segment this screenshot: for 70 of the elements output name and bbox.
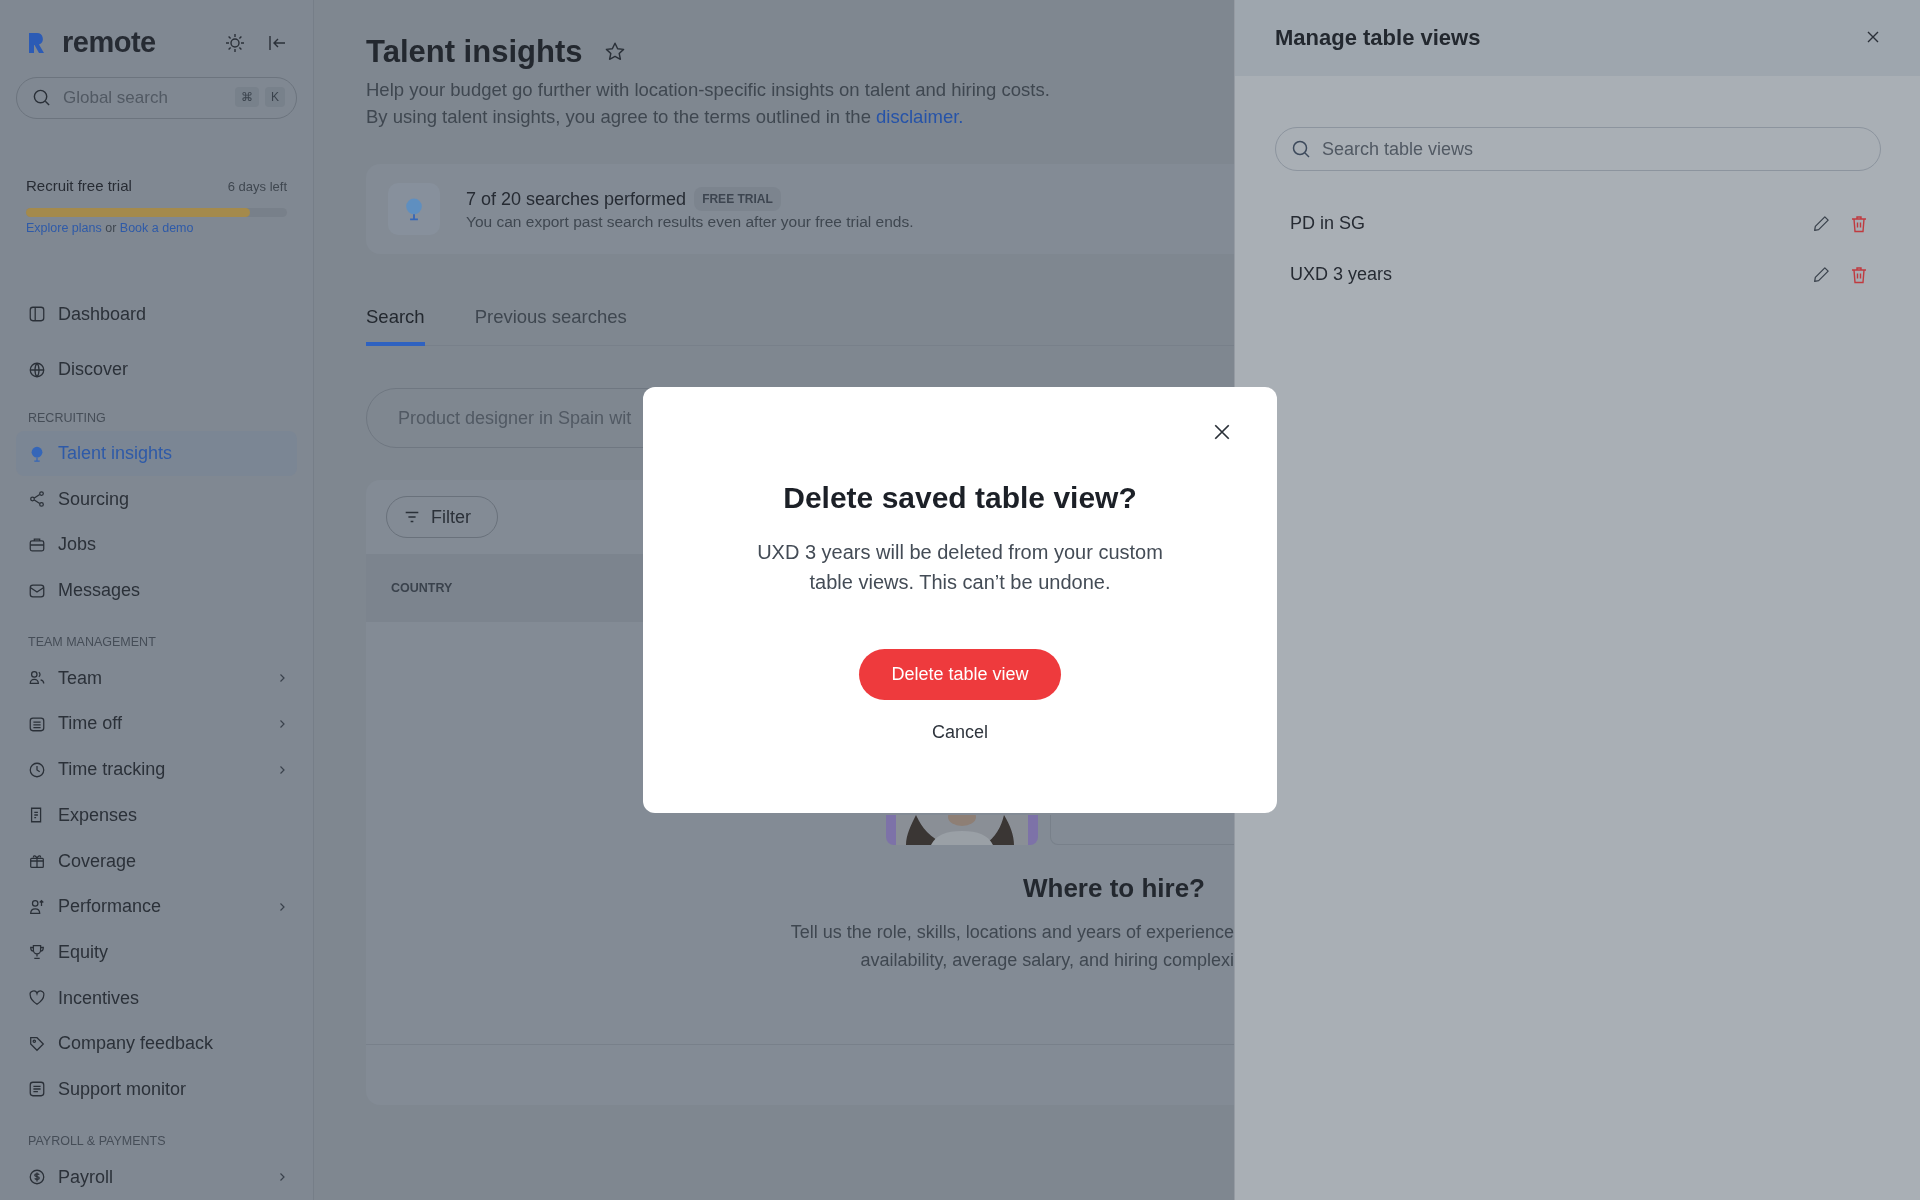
trash-icon[interactable] [1849,213,1869,234]
nav-item[interactable]: Sourcing [16,476,297,523]
section-heading: RECRUITING [27,410,107,425]
pencil-icon[interactable] [1812,265,1831,284]
nav-item[interactable]: Support monitor [16,1066,297,1113]
logo-icon [26,30,46,55]
nav-item[interactable]: Company feedback [16,1020,297,1067]
usage-title: 7 of 20 searches performed [466,188,687,210]
tag-icon [28,1034,46,1053]
table-view-name[interactable]: PD in SG [1290,213,1794,234]
tab[interactable]: Search [366,306,425,346]
nav-item[interactable]: Payroll [16,1154,297,1200]
nav-item[interactable]: Time tracking [16,746,297,793]
nav-item[interactable]: Discover [16,347,297,393]
page-description: Help your budget go further with location-specific insights on talent and hiring costs. [366,78,1051,102]
trial-title: Recruit free trial [26,177,132,195]
globe-icon [28,360,46,379]
person-up-icon [28,897,46,916]
nav-item[interactable]: Equity [16,929,297,976]
nav-item[interactable]: Expenses [16,792,297,839]
star-icon[interactable] [604,41,627,63]
tab[interactable]: Previous searches [474,306,627,346]
trophy-icon [28,943,46,962]
column-header: COUNTRY [391,581,453,595]
empty-state-title: Where to hire? [1023,873,1205,904]
close-icon[interactable] [1213,423,1231,441]
days-left: 6 days left [227,179,287,195]
section-heading: PAYROLL & PAYMENTS [27,1134,167,1149]
search-icon [32,88,51,108]
table-view-name[interactable]: UXD 3 years [1290,264,1794,285]
nav-item[interactable]: Performance [16,883,297,930]
shortcut-key: K [265,87,285,108]
search-icon [1291,139,1311,159]
dialog-title: Delete saved table view? [783,481,1137,515]
heart-icon [28,989,46,1008]
trial-badge: FREE TRIAL [694,187,781,211]
globe-icon [388,183,440,235]
empty-state-text: Tell us the role, skills, locations and years of experience [790,921,1234,944]
delete-button[interactable]: Delete table view [859,649,1061,700]
book-demo-link[interactable]: Book a demo [119,221,194,236]
nav-item[interactable]: Team [16,655,297,702]
shortcut-key: ⌘ [235,87,259,108]
nav-item[interactable]: Dashboard [16,291,297,337]
nav-item[interactable]: Incentives [16,975,297,1021]
nav-item[interactable]: Coverage [16,838,297,884]
share-icon [28,490,46,509]
nav-item[interactable]: Time off [16,701,297,747]
nav-item[interactable]: Jobs [16,522,297,568]
search-field[interactable]: Search table views [1275,127,1881,171]
dollar-icon [28,1168,46,1187]
trial-links: Explore plans or Book a demo [26,221,195,236]
dialog-message: UXD 3 years will be deleted from your custom table views. This can’t be undone. [756,540,1164,595]
terms-text: By using talent insights, you agree to the terms outlined in the disclaimer. [366,105,965,129]
trash-icon[interactable] [1849,264,1869,285]
empty-state-text: availability, average salary, and hiring complexi [860,949,1234,972]
disclaimer-link[interactable]: disclaimer. [876,106,964,127]
sun-icon[interactable] [225,32,245,53]
section-heading: TEAM MANAGEMENT [27,635,157,650]
layout-icon [28,305,46,324]
usage-note: You can export past search results even after your free trial ends. [466,213,914,231]
pencil-icon[interactable] [1812,214,1831,233]
brand-name: remote [62,26,156,60]
nav-item[interactable]: Messages [16,567,297,614]
page-title: Talent insights [366,34,583,70]
panel-title: Manage table views [1275,25,1482,51]
clock-icon [28,760,46,779]
explore-plans-link[interactable]: Explore plans [26,221,102,236]
note-icon [28,1080,46,1099]
cancel-button[interactable]: Cancel [926,716,994,749]
gift-icon [28,852,46,871]
